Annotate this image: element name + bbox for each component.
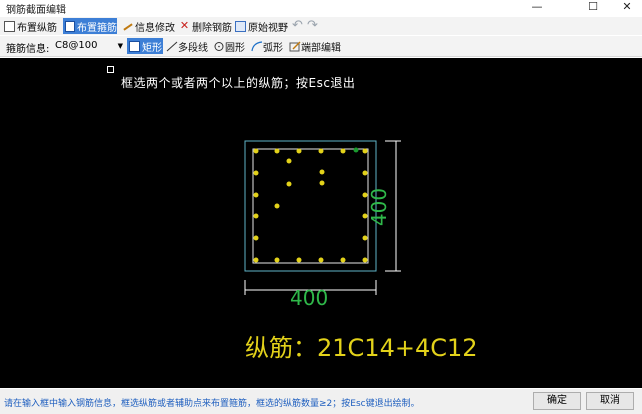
rebar-point[interactable] <box>318 257 324 263</box>
rebar-point[interactable] <box>362 257 368 263</box>
rebar-point[interactable] <box>362 170 368 176</box>
rebar-point[interactable] <box>296 257 302 263</box>
shape-polyline-button[interactable]: 多段线 <box>166 38 214 54</box>
original-view-button[interactable]: 原始视野 <box>233 18 289 34</box>
delete-rebar-label: 删除钢筋 <box>192 22 232 34</box>
circle-icon <box>214 41 224 51</box>
window-title: 钢筋截面编辑 <box>6 5 66 16</box>
end-edit-label: 端部编辑 <box>301 42 341 54</box>
shape-circle-button[interactable]: 圆形 <box>213 38 249 54</box>
rebar-point[interactable] <box>253 170 259 176</box>
rebar-point[interactable] <box>362 235 368 241</box>
undo-icon: ↶ <box>292 17 303 33</box>
shape-polyline-label: 多段线 <box>178 42 208 54</box>
zoom-extents-icon <box>235 20 246 32</box>
rebar-group <box>253 148 368 263</box>
dim-text-height: 400 <box>367 187 391 227</box>
arc-icon <box>251 40 263 51</box>
rebar-point[interactable] <box>340 257 346 263</box>
place-longitudinal-rebar-button[interactable]: 布置纵筋 <box>2 18 60 34</box>
stirrup-info-combo[interactable]: C8@100 ▼ <box>53 38 125 53</box>
end-edit-button[interactable]: 端部编辑 <box>289 38 343 54</box>
rebar-point[interactable] <box>319 169 325 175</box>
redo-button[interactable]: ↷ <box>305 18 319 34</box>
rebar-point[interactable] <box>253 257 259 263</box>
undo-button[interactable]: ↶ <box>290 18 304 34</box>
rebar-point[interactable] <box>253 148 259 154</box>
stirrup-info-value: C8@100 <box>55 40 98 51</box>
dim-text-width: 400 <box>290 286 329 310</box>
rebar-point[interactable] <box>274 257 280 263</box>
original-view-label: 原始视野 <box>248 22 288 34</box>
rebar-point[interactable] <box>362 148 368 154</box>
place-longitudinal-rebar-label: 布置纵筋 <box>17 22 57 34</box>
close-button[interactable]: ✕ <box>612 0 642 14</box>
edit-info-label: 信息修改 <box>135 22 175 34</box>
stirrup-icon <box>65 20 75 32</box>
delete-rebar-button[interactable]: ✕ 删除钢筋 <box>177 18 233 34</box>
shape-arc-label: 弧形 <box>263 42 283 54</box>
rebar-point[interactable] <box>253 235 259 241</box>
maximize-button[interactable]: ☐ <box>578 0 608 14</box>
rebar-point[interactable] <box>253 213 259 219</box>
place-stirrup-label: 布置箍筋 <box>77 22 117 34</box>
rebar-point[interactable] <box>274 148 280 154</box>
section-outline <box>244 140 377 272</box>
place-stirrup-button[interactable]: 布置箍筋 <box>63 18 117 34</box>
cancel-button[interactable]: 取消 <box>586 392 634 410</box>
chevron-down-icon: ▼ <box>117 42 123 50</box>
delete-x-icon: ✕ <box>179 18 190 32</box>
shape-rect-label: 矩形 <box>142 42 162 54</box>
rebar-point[interactable] <box>318 148 324 154</box>
stirrup-info-label: 箍筋信息: <box>6 44 50 55</box>
square-icon <box>4 20 15 32</box>
rect-icon <box>129 40 140 52</box>
rebar-point[interactable] <box>274 203 280 209</box>
shape-arc-button[interactable]: 弧形 <box>251 38 287 54</box>
rebar-point[interactable] <box>286 158 292 164</box>
end-edit-icon <box>289 41 301 51</box>
shape-circle-label: 圆形 <box>225 42 245 54</box>
redo-icon: ↷ <box>307 17 318 33</box>
shape-rect-button[interactable]: 矩形 <box>127 38 163 54</box>
drawing-canvas[interactable]: 框选两个或者两个以上的纵筋；按Esc退出 400 400 纵筋：21C14+4C… <box>0 58 642 388</box>
rebar-point[interactable] <box>296 148 302 154</box>
pencil-icon <box>122 21 133 32</box>
rebar-point[interactable] <box>286 181 292 187</box>
rebar-point-selected[interactable] <box>353 147 359 153</box>
ok-button[interactable]: 确定 <box>533 392 581 410</box>
edit-info-button[interactable]: 信息修改 <box>120 18 176 34</box>
polyline-icon <box>166 41 178 51</box>
stirrup-outline <box>252 148 369 264</box>
minimize-button[interactable]: — <box>522 0 552 14</box>
status-bar: 请在输入框中输入钢筋信息，框选纵筋或者辅助点来布置箍筋，框选的纵筋数量≥2；按E… <box>0 389 642 414</box>
stirrup-toolbar: 箍筋信息: C8@100 ▼ 矩形 多段线 圆形 弧形 端部编辑 <box>0 36 642 57</box>
rebar-point[interactable] <box>319 180 325 186</box>
rebar-point[interactable] <box>340 148 346 154</box>
main-toolbar: 布置纵筋 布置箍筋 信息修改 ✕ 删除钢筋 原始视野 ↶ ↷ <box>0 17 642 35</box>
status-message: 请在输入框中输入钢筋信息，框选纵筋或者辅助点来布置箍筋，框选的纵筋数量≥2；按E… <box>4 399 420 409</box>
rebar-point[interactable] <box>253 192 259 198</box>
rebar-summary-text: 纵筋：21C14+4C12 <box>245 334 478 362</box>
title-bar: 钢筋截面编辑 — ☐ ✕ <box>0 0 642 16</box>
